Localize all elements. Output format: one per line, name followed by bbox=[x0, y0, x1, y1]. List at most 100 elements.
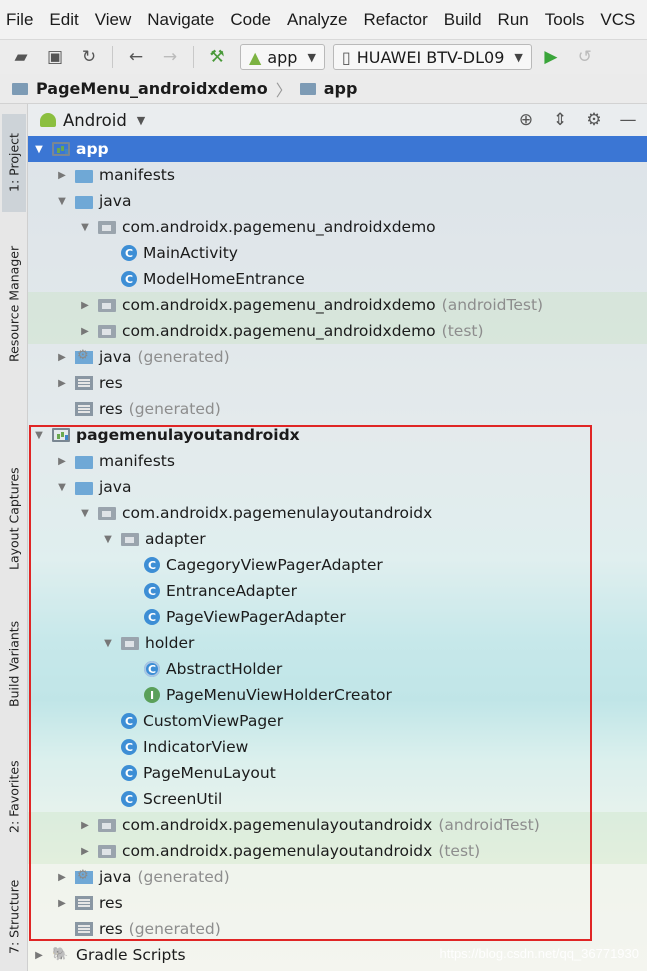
back-icon[interactable]: ← bbox=[125, 46, 147, 68]
tree-node[interactable]: res (generated) bbox=[28, 396, 647, 422]
package-icon bbox=[98, 220, 116, 234]
device-selector[interactable]: ▯ HUAWEI BTV-DL09 ▼ bbox=[332, 44, 532, 70]
menu-item-view[interactable]: View bbox=[95, 10, 132, 30]
menu-item-analyze[interactable]: Analyze bbox=[287, 10, 347, 30]
breadcrumb-project[interactable]: PageMenu_androidxdemo bbox=[36, 79, 268, 98]
menu-item-edit[interactable]: Edit bbox=[49, 10, 78, 30]
tree-node[interactable]: ▶ com.androidx.pagemenulayoutandroidx (tes… bbox=[28, 838, 647, 864]
menu-item-build[interactable]: Build bbox=[444, 10, 482, 30]
tree-node[interactable]: ▶ java (generated) bbox=[28, 344, 647, 370]
view-mode-selector[interactable]: Android bbox=[63, 111, 127, 130]
save-icon[interactable]: ▣ bbox=[44, 46, 66, 68]
chevron-down-icon[interactable]: ▼ bbox=[137, 114, 145, 127]
expand-arrow-icon[interactable]: ▼ bbox=[55, 482, 69, 493]
tree-node-label: manifests bbox=[99, 452, 175, 470]
rerun-icon[interactable]: ↺ bbox=[574, 46, 596, 68]
collapse-arrow-icon[interactable]: ▶ bbox=[55, 898, 69, 909]
expand-arrow-icon[interactable]: ▼ bbox=[78, 222, 92, 233]
collapse-arrow-icon[interactable]: ▶ bbox=[32, 950, 46, 961]
tree-node-label: CustomViewPager bbox=[143, 712, 284, 730]
menu-item-file[interactable]: File bbox=[6, 10, 33, 30]
minimize-icon[interactable]: — bbox=[617, 110, 639, 130]
tree-node[interactable]: I PageMenuViewHolderCreator bbox=[28, 682, 647, 708]
tree-node[interactable]: ▶ com.androidx.pagemenu_androidxdemo (test… bbox=[28, 318, 647, 344]
tree-node[interactable]: ▶ res bbox=[28, 370, 647, 396]
tree-node[interactable]: ▶ res bbox=[28, 890, 647, 916]
collapse-arrow-icon[interactable]: ▶ bbox=[55, 456, 69, 467]
tree-node[interactable]: C ScreenUtil bbox=[28, 786, 647, 812]
collapse-arrow-icon[interactable]: ▶ bbox=[55, 872, 69, 883]
tree-node[interactable]: C EntranceAdapter bbox=[28, 578, 647, 604]
expand-arrow-icon[interactable]: ▼ bbox=[32, 430, 46, 441]
run-config-selector[interactable]: ▲ app ▼ bbox=[240, 44, 325, 70]
tree-node[interactable]: ▶ com.androidx.pagemenulayoutandroidx (and… bbox=[28, 812, 647, 838]
tab-project[interactable]: 1: Project bbox=[2, 114, 26, 212]
tree-node[interactable]: C IndicatorView bbox=[28, 734, 647, 760]
tree-node[interactable]: ▼ pagemenulayoutandroidx bbox=[28, 422, 647, 448]
tree-node[interactable]: ▼ adapter bbox=[28, 526, 647, 552]
expand-arrow-icon[interactable]: ▼ bbox=[101, 534, 115, 545]
expand-arrow-icon[interactable]: ▼ bbox=[55, 196, 69, 207]
run-icon[interactable]: ▶ bbox=[540, 46, 562, 68]
sync-icon[interactable]: ↻ bbox=[78, 46, 100, 68]
menu-item-vcs[interactable]: VCS bbox=[600, 10, 635, 30]
menu-item-run[interactable]: Run bbox=[498, 10, 529, 30]
tab-build-variants[interactable]: Build Variants bbox=[2, 609, 26, 719]
tree-node[interactable]: ▼ holder bbox=[28, 630, 647, 656]
tree-node[interactable]: C MainActivity bbox=[28, 240, 647, 266]
tree-node[interactable]: ▼ com.androidx.pagemenu_androidxdemo bbox=[28, 214, 647, 240]
tree-node-suffix: (test) bbox=[441, 322, 484, 340]
tab-structure[interactable]: 7: Structure bbox=[2, 869, 26, 964]
tree-node[interactable]: C AbstractHolder bbox=[28, 656, 647, 682]
package-icon bbox=[98, 818, 116, 832]
expand-arrow-icon[interactable]: ▼ bbox=[78, 508, 92, 519]
forward-icon[interactable]: → bbox=[159, 46, 181, 68]
locate-icon[interactable]: ⊕ bbox=[515, 110, 537, 130]
tree-node[interactable]: res (generated) bbox=[28, 916, 647, 942]
package-icon bbox=[98, 844, 116, 858]
tree-node-label: AbstractHolder bbox=[166, 660, 283, 678]
tree-node-suffix: (generated) bbox=[137, 348, 230, 366]
collapse-arrow-icon[interactable]: ▶ bbox=[78, 326, 92, 337]
tab-favorites[interactable]: 2: Favorites bbox=[2, 749, 26, 844]
collapse-icon[interactable]: ⇕ bbox=[549, 110, 571, 130]
collapse-arrow-icon[interactable]: ▶ bbox=[78, 820, 92, 831]
collapse-arrow-icon[interactable]: ▶ bbox=[55, 170, 69, 181]
tree-node-label: PageMenuLayout bbox=[143, 764, 276, 782]
expand-arrow-icon[interactable]: ▼ bbox=[101, 638, 115, 649]
toolbar-separator bbox=[193, 46, 194, 68]
tab-layout-captures[interactable]: Layout Captures bbox=[2, 454, 26, 584]
module-icon bbox=[52, 142, 70, 156]
menu-item-navigate[interactable]: Navigate bbox=[147, 10, 214, 30]
collapse-arrow-icon[interactable]: ▶ bbox=[55, 352, 69, 363]
collapse-arrow-icon[interactable]: ▶ bbox=[78, 846, 92, 857]
tree-node[interactable]: ▶ java (generated) bbox=[28, 864, 647, 890]
tree-node[interactable]: ▼ java bbox=[28, 188, 647, 214]
tree-node[interactable]: ▶ com.androidx.pagemenu_androidxdemo (andr… bbox=[28, 292, 647, 318]
tree-node[interactable]: C PageViewPagerAdapter bbox=[28, 604, 647, 630]
folder-icon bbox=[75, 169, 93, 183]
gear-icon[interactable]: ⚙ bbox=[583, 110, 605, 130]
package-icon bbox=[98, 298, 116, 312]
menu-item-refactor[interactable]: Refactor bbox=[363, 10, 427, 30]
menu-item-tools[interactable]: Tools bbox=[545, 10, 585, 30]
breadcrumb-module[interactable]: app bbox=[324, 79, 358, 98]
build-hammer-icon[interactable]: ⚒ bbox=[206, 46, 228, 68]
menu-item-code[interactable]: Code bbox=[230, 10, 271, 30]
tree-node[interactable]: ▼ java bbox=[28, 474, 647, 500]
tree-node[interactable]: ▼ app bbox=[28, 136, 647, 162]
folder-icon bbox=[75, 481, 93, 495]
tree-node[interactable]: C CagegoryViewPagerAdapter bbox=[28, 552, 647, 578]
tab-resource-manager[interactable]: Resource Manager bbox=[2, 234, 26, 374]
tree-node[interactable]: C ModelHomeEntrance bbox=[28, 266, 647, 292]
open-folder-icon[interactable]: ▰ bbox=[10, 46, 32, 68]
tab-project-label: 1: Project bbox=[6, 133, 22, 193]
tree-node[interactable]: ▶ manifests bbox=[28, 448, 647, 474]
tree-node[interactable]: ▶ manifests bbox=[28, 162, 647, 188]
tree-node[interactable]: ▼ com.androidx.pagemenulayoutandroidx bbox=[28, 500, 647, 526]
collapse-arrow-icon[interactable]: ▶ bbox=[55, 378, 69, 389]
collapse-arrow-icon[interactable]: ▶ bbox=[78, 300, 92, 311]
tree-node[interactable]: C PageMenuLayout bbox=[28, 760, 647, 786]
expand-arrow-icon[interactable]: ▼ bbox=[32, 144, 46, 155]
tree-node[interactable]: C CustomViewPager bbox=[28, 708, 647, 734]
